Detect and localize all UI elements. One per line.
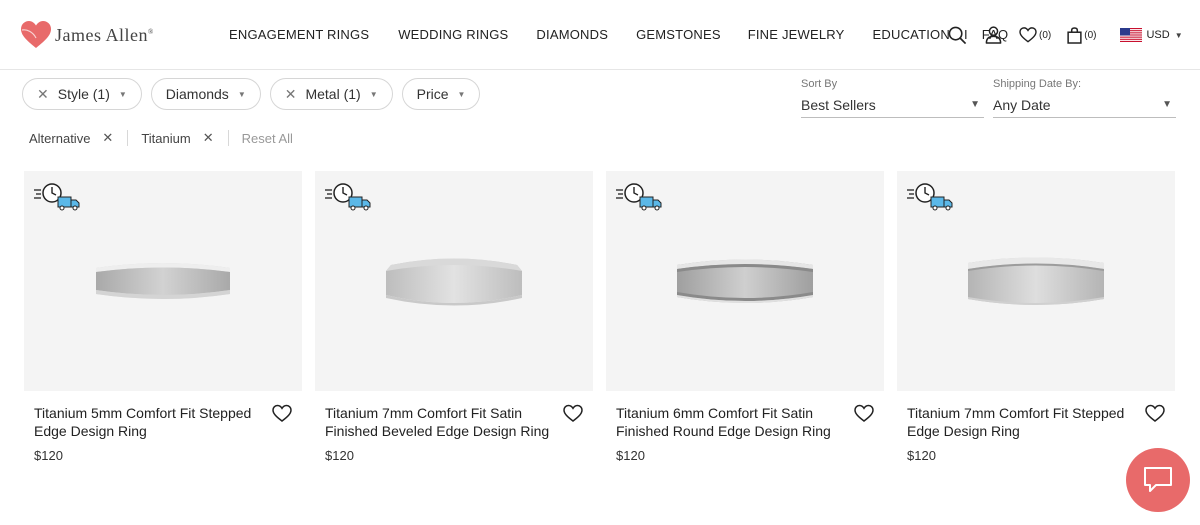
applied-filter-label: Alternative xyxy=(29,130,91,146)
product-title[interactable]: Titanium 7mm Comfort Fit Stepped Edge De… xyxy=(907,404,1137,440)
currency-selector[interactable]: USD ▼ xyxy=(1120,28,1183,42)
wishlist-count: (0) xyxy=(1039,29,1052,41)
heart-icon xyxy=(1019,27,1037,43)
caret-down-icon: ▼ xyxy=(237,89,246,99)
sort-controls: Sort By Best Sellers ▼ Shipping Date By:… xyxy=(801,78,1176,118)
brand-logo[interactable]: James Allen® xyxy=(20,20,154,50)
product-price: $120 xyxy=(34,448,63,463)
sort-by-dropdown[interactable]: Sort By Best Sellers ▼ xyxy=(801,78,984,118)
close-icon[interactable]: ✕ xyxy=(285,86,297,103)
wishlist-button[interactable]: (0) xyxy=(1019,27,1051,43)
diamonds-filter-label: Diamonds xyxy=(165,86,229,102)
ring-image xyxy=(968,257,1104,305)
wishlist-heart-icon[interactable] xyxy=(854,404,874,423)
shipping-date-label: Shipping Date By: xyxy=(993,78,1082,90)
product-image[interactable] xyxy=(315,171,593,391)
applied-filter-titanium[interactable]: Titanium ✕ xyxy=(141,130,213,146)
product-image[interactable] xyxy=(24,171,302,391)
product-price: $120 xyxy=(325,448,354,463)
product-title[interactable]: Titanium 5mm Comfort Fit Stepped Edge De… xyxy=(34,404,264,440)
fast-shipping-icon xyxy=(325,183,371,211)
product-image[interactable] xyxy=(897,171,1175,391)
fast-shipping-icon xyxy=(34,183,80,211)
shipping-date-dropdown[interactable]: Shipping Date By: Any Date ▼ xyxy=(993,78,1176,118)
close-icon[interactable]: ✕ xyxy=(203,130,214,146)
ring-image xyxy=(96,263,230,299)
applied-filters: Alternative ✕ Titanium ✕ Reset All xyxy=(29,128,293,148)
nav-engagement-rings[interactable]: ENGAGEMENT RINGS xyxy=(229,27,369,42)
product-price: $120 xyxy=(616,448,645,463)
divider xyxy=(227,130,229,146)
applied-filter-alternative[interactable]: Alternative ✕ xyxy=(29,130,113,146)
cart-button[interactable]: (0) xyxy=(1067,26,1097,44)
close-icon[interactable]: ✕ xyxy=(37,86,49,103)
us-flag-icon xyxy=(1120,28,1143,42)
account-button[interactable] xyxy=(985,26,1002,44)
close-icon[interactable]: ✕ xyxy=(102,130,113,146)
caret-down-icon: ▼ xyxy=(457,89,466,99)
product-card: Titanium 5mm Comfort Fit Stepped Edge De… xyxy=(24,171,302,463)
product-card: Titanium 7mm Comfort Fit Satin Finished … xyxy=(315,171,593,463)
shipping-date-value: Any Date xyxy=(993,97,1051,113)
search-icon xyxy=(948,26,967,44)
nav-education[interactable]: EDUCATION xyxy=(873,27,950,42)
brand-name: James Allen® xyxy=(55,24,154,45)
wishlist-heart-icon[interactable] xyxy=(272,404,292,423)
chevron-down-icon: ▼ xyxy=(1174,30,1183,40)
nav-diamonds[interactable]: DIAMONDS xyxy=(536,27,608,42)
applied-filter-label: Titanium xyxy=(141,130,191,146)
chat-button[interactable] xyxy=(1126,448,1190,512)
diamonds-filter[interactable]: Diamonds ▼ xyxy=(150,78,261,110)
nav-fine-jewelry[interactable]: FINE JEWELRY xyxy=(748,27,845,42)
product-grid: Titanium 5mm Comfort Fit Stepped Edge De… xyxy=(24,171,1175,463)
metal-filter-label: Metal (1) xyxy=(305,86,361,102)
main-nav: ENGAGEMENT RINGS WEDDING RINGS DIAMONDS … xyxy=(229,27,1008,42)
sort-by-value: Best Sellers xyxy=(801,97,876,113)
currency-label: USD xyxy=(1146,29,1170,41)
search-button[interactable] xyxy=(948,26,967,45)
fast-shipping-icon xyxy=(907,183,953,211)
product-title[interactable]: Titanium 6mm Comfort Fit Satin Finished … xyxy=(616,404,846,440)
chat-bubble-icon xyxy=(1144,467,1172,492)
product-title[interactable]: Titanium 7mm Comfort Fit Satin Finished … xyxy=(325,404,555,440)
metal-filter[interactable]: ✕ Metal (1) ▼ xyxy=(269,78,393,110)
nav-wedding-rings[interactable]: WEDDING RINGS xyxy=(398,27,508,42)
sort-by-label: Sort By xyxy=(801,78,838,90)
style-filter-label: Style (1) xyxy=(57,86,110,102)
price-filter[interactable]: Price ▼ xyxy=(401,78,481,110)
heart-logo-icon xyxy=(21,21,51,48)
ring-image xyxy=(386,258,522,306)
caret-down-icon: ▼ xyxy=(369,89,378,99)
cart-count: (0) xyxy=(1084,29,1097,41)
caret-down-icon: ▼ xyxy=(1162,99,1172,110)
ring-image xyxy=(677,259,813,303)
wishlist-heart-icon[interactable] xyxy=(563,404,583,423)
caret-down-icon: ▼ xyxy=(118,89,127,99)
filter-bar: ✕ Style (1) ▼ Diamonds ▼ ✕ Metal (1) ▼ P… xyxy=(22,78,489,110)
header-icons: (0) (0) USD ▼ xyxy=(948,24,1183,46)
style-filter[interactable]: ✕ Style (1) ▼ xyxy=(22,78,142,110)
product-card: Titanium 6mm Comfort Fit Satin Finished … xyxy=(606,171,884,463)
wishlist-heart-icon[interactable] xyxy=(1145,404,1165,423)
price-filter-label: Price xyxy=(416,86,449,102)
fast-shipping-icon xyxy=(616,183,662,211)
caret-down-icon: ▼ xyxy=(970,99,980,110)
site-header: James Allen® ENGAGEMENT RINGS WEDDING RI… xyxy=(0,0,1200,70)
product-image[interactable] xyxy=(606,171,884,391)
shopping-bag-icon xyxy=(1067,26,1082,44)
divider xyxy=(127,130,129,146)
reset-all-link[interactable]: Reset All xyxy=(242,131,293,146)
user-icon xyxy=(985,26,1002,44)
nav-gemstones[interactable]: GEMSTONES xyxy=(636,27,721,42)
product-card: Titanium 7mm Comfort Fit Stepped Edge De… xyxy=(897,171,1175,463)
